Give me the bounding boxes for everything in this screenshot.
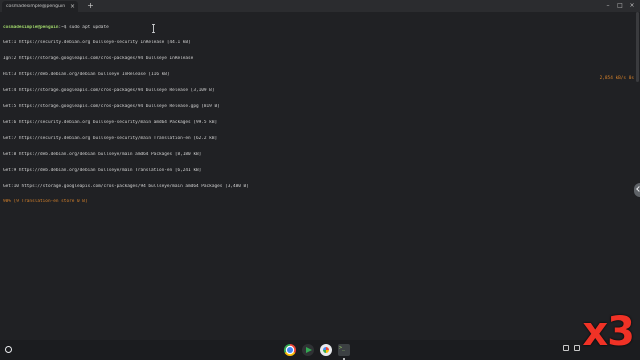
minimize-icon[interactable]: –	[602, 1, 614, 11]
close-icon[interactable]: ×	[626, 1, 638, 11]
terminal-line: Get:10 https://storage.googleapis.com/cr…	[3, 183, 249, 189]
terminal-line: Get:6 https://security.debian.org bullse…	[3, 119, 218, 125]
terminal-line: Get:1 https://security.debian.org bullse…	[3, 40, 191, 46]
side-panel-handle[interactable]	[634, 183, 640, 197]
terminal-tab[interactable]: cosmadesimple@penguin ×	[2, 1, 78, 12]
text-cursor-icon	[152, 24, 155, 33]
maximize-icon[interactable]: □	[614, 1, 626, 11]
wifi-icon[interactable]	[574, 345, 580, 351]
tab-title: cosmadesimple@penguin	[6, 4, 66, 9]
terminal-line: Get:5 https://storage.googleapis.com/cro…	[3, 104, 220, 110]
window-controls: – □ ×	[602, 1, 638, 11]
screen-capture-icon[interactable]	[563, 345, 569, 351]
terminal-line: Get:9 https://deb.debian.org/debian bull…	[3, 167, 202, 173]
status-tray	[563, 345, 580, 351]
terminal-line: Get:7 https://security.debian.org bullse…	[3, 135, 218, 141]
launcher-icon[interactable]	[5, 346, 12, 353]
new-tab-button[interactable]: +	[86, 1, 95, 11]
progress-line: 98% [9 Translation-en store 0 B]	[3, 199, 88, 205]
close-icon[interactable]: ×	[69, 3, 76, 10]
terminal-line: Get:4 https://storage.googleapis.com/cro…	[3, 88, 215, 94]
photos-icon[interactable]	[320, 344, 332, 356]
prompt-command: :~$ sudo apt update	[58, 24, 109, 30]
terminal-icon[interactable]	[338, 344, 350, 360]
terminal-output: cosmadesimple@penguin:~$ sudo apt update…	[3, 14, 637, 215]
terminal-prompt-line: cosmadesimple@penguin:~$ sudo apt update	[3, 25, 637, 30]
terminal-line: Ign:2 https://storage.googleapis.com/cro…	[3, 56, 194, 62]
download-speed: 2,854 kB/s 0s	[599, 76, 634, 81]
playback-speed-badge: x3	[582, 309, 635, 355]
chrome-icon[interactable]	[284, 344, 296, 356]
prompt-user: cosmadesimple@penguin	[3, 24, 59, 30]
play-store-icon[interactable]	[302, 344, 314, 356]
terminal-line: Get:8 https://deb.debian.org/debian bull…	[3, 151, 202, 157]
desktop-screen: cosmadesimple@penguin × + – □ × cosmades…	[0, 0, 640, 360]
window-tab-strip: cosmadesimple@penguin × + – □ ×	[0, 0, 640, 12]
terminal-scrollbar[interactable]	[636, 12, 639, 82]
pinned-apps	[284, 344, 350, 360]
terminal-window[interactable]: cosmadesimple@penguin:~$ sudo apt update…	[0, 12, 640, 340]
terminal-line: Hit:3 https://deb.debian.org/debian bull…	[3, 72, 170, 78]
shelf	[0, 340, 640, 360]
